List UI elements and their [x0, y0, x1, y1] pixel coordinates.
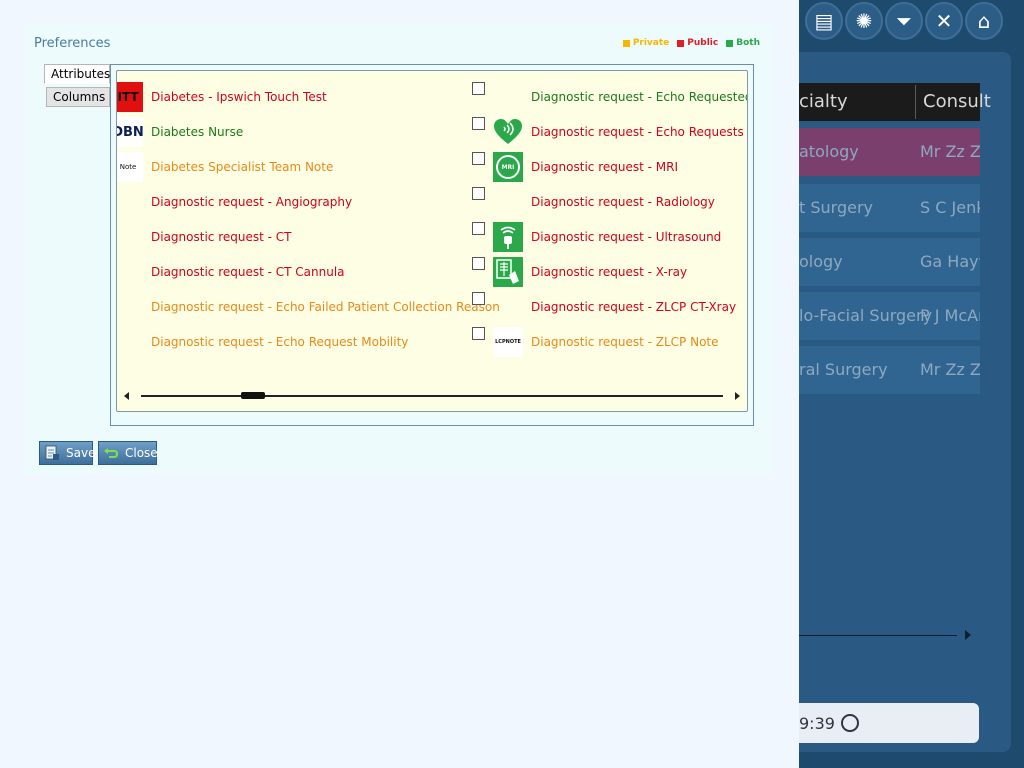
legend-private: Private: [622, 38, 669, 48]
legend-public: Public: [677, 38, 718, 48]
table-row[interactable]: atology Mr Zz Zz: [799, 128, 980, 176]
save-label: Save: [66, 446, 96, 460]
list-item[interactable]: ITT Diabetes - Ipswich Touch Test: [117, 82, 327, 112]
header-specialty: cialty: [799, 91, 848, 112]
filter-icon[interactable]: ⏷: [885, 2, 923, 40]
background-table-header: cialty Consult: [799, 83, 991, 121]
legend-square-icon: [622, 39, 630, 47]
close-label: Close: [125, 446, 158, 460]
form-icon[interactable]: ▤: [805, 2, 843, 40]
list-item[interactable]: LCPNOTE Diagnostic request - ZLCP Note: [493, 327, 719, 357]
attribute-checkbox[interactable]: [472, 222, 485, 235]
attribute-checkbox[interactable]: [472, 187, 485, 200]
scrollbar-thumb[interactable]: [241, 392, 265, 399]
list-item[interactable]: Note Diabetes Specialist Team Note: [117, 152, 333, 182]
home-icon[interactable]: ⌂: [965, 2, 1003, 40]
scrollbar-track[interactable]: [141, 395, 723, 397]
footer-time: 9:39: [799, 714, 835, 733]
table-row[interactable]: t Surgery S C Jenk: [799, 184, 980, 232]
attributes-list: ITT Diabetes - Ipswich Touch Test DBN Di…: [116, 70, 748, 412]
table-row[interactable]: ology Ga Hayw: [799, 238, 980, 286]
diabetes-nurse-icon: DBN: [117, 117, 143, 147]
legend: Private Public Both: [622, 38, 760, 48]
heart-echo-icon: [493, 117, 523, 147]
preferences-dialog: Preferences Private Public Both Attribut…: [24, 24, 774, 474]
xray-icon: [493, 257, 523, 287]
close-button[interactable]: Close: [98, 441, 158, 465]
legend-both: Both: [726, 38, 760, 48]
save-icon: [44, 445, 60, 461]
attribute-checkbox[interactable]: [472, 117, 485, 130]
ipswich-touch-test-icon: ITT: [117, 82, 143, 112]
legend-square-icon: [677, 39, 685, 47]
tab-attributes[interactable]: Attributes: [44, 64, 110, 84]
scroll-right-arrow-icon[interactable]: [965, 630, 971, 640]
table-row[interactable]: lo-Facial Surgery P J McAr: [799, 292, 980, 340]
lcp-note-icon: LCPNOTE: [493, 327, 523, 357]
list-item[interactable]: Diagnostic request - Echo Requests: [493, 117, 744, 147]
attribute-checkbox[interactable]: [472, 327, 485, 340]
header-consultant: Consult: [923, 91, 991, 112]
background-scrollbar[interactable]: [799, 635, 957, 636]
globe-icon[interactable]: ✺: [845, 2, 883, 40]
table-row[interactable]: ral Surgery Mr Zz Zz: [799, 346, 980, 394]
list-item[interactable]: Diagnostic request - ZLCP CT-Xray: [493, 292, 736, 322]
scroll-left-arrow-icon[interactable]: [124, 392, 129, 400]
list-item[interactable]: Diagnostic request - Angiography: [117, 187, 352, 217]
horizontal-scrollbar[interactable]: [119, 389, 745, 403]
mri-icon: MRI: [493, 152, 523, 182]
list-item[interactable]: Diagnostic request - CT: [117, 222, 291, 252]
ultrasound-icon: [493, 222, 523, 252]
list-item[interactable]: Diagnostic request - Echo Requested Dat: [493, 82, 747, 112]
attribute-checkbox[interactable]: [472, 257, 485, 270]
team-note-icon: Note: [117, 152, 143, 182]
list-item[interactable]: Diagnostic request - Echo Failed Patient…: [117, 292, 500, 322]
save-button[interactable]: Save: [39, 441, 96, 465]
status-circle-icon: [841, 714, 859, 732]
list-item[interactable]: Diagnostic request - Echo Request Mobili…: [117, 327, 408, 357]
list-item[interactable]: Diagnostic request - CT Cannula: [117, 257, 345, 287]
tab-columns[interactable]: Columns: [46, 87, 110, 107]
list-item[interactable]: Diagnostic request - Radiology: [493, 187, 715, 217]
close-icon[interactable]: ✕: [925, 2, 963, 40]
background-footer: 9:39: [799, 703, 979, 743]
attribute-checkbox[interactable]: [472, 152, 485, 165]
list-item[interactable]: DBN Diabetes Nurse: [117, 117, 243, 147]
list-item[interactable]: Diagnostic request - X-ray: [493, 257, 687, 287]
legend-square-icon: [726, 39, 734, 47]
attribute-checkbox[interactable]: [472, 292, 485, 305]
scroll-right-arrow-icon[interactable]: [735, 392, 740, 400]
background-app: ▤ ✺ ⏷ ✕ ⌂ cialty Consult atology Mr Zz Z…: [799, 0, 1024, 768]
list-item[interactable]: MRI Diagnostic request - MRI: [493, 152, 678, 182]
attribute-checkbox[interactable]: [472, 82, 485, 95]
list-item[interactable]: Diagnostic request - Ultrasound: [493, 222, 721, 252]
dialog-title: Preferences: [34, 36, 111, 51]
undo-arrow-icon: [103, 445, 119, 461]
